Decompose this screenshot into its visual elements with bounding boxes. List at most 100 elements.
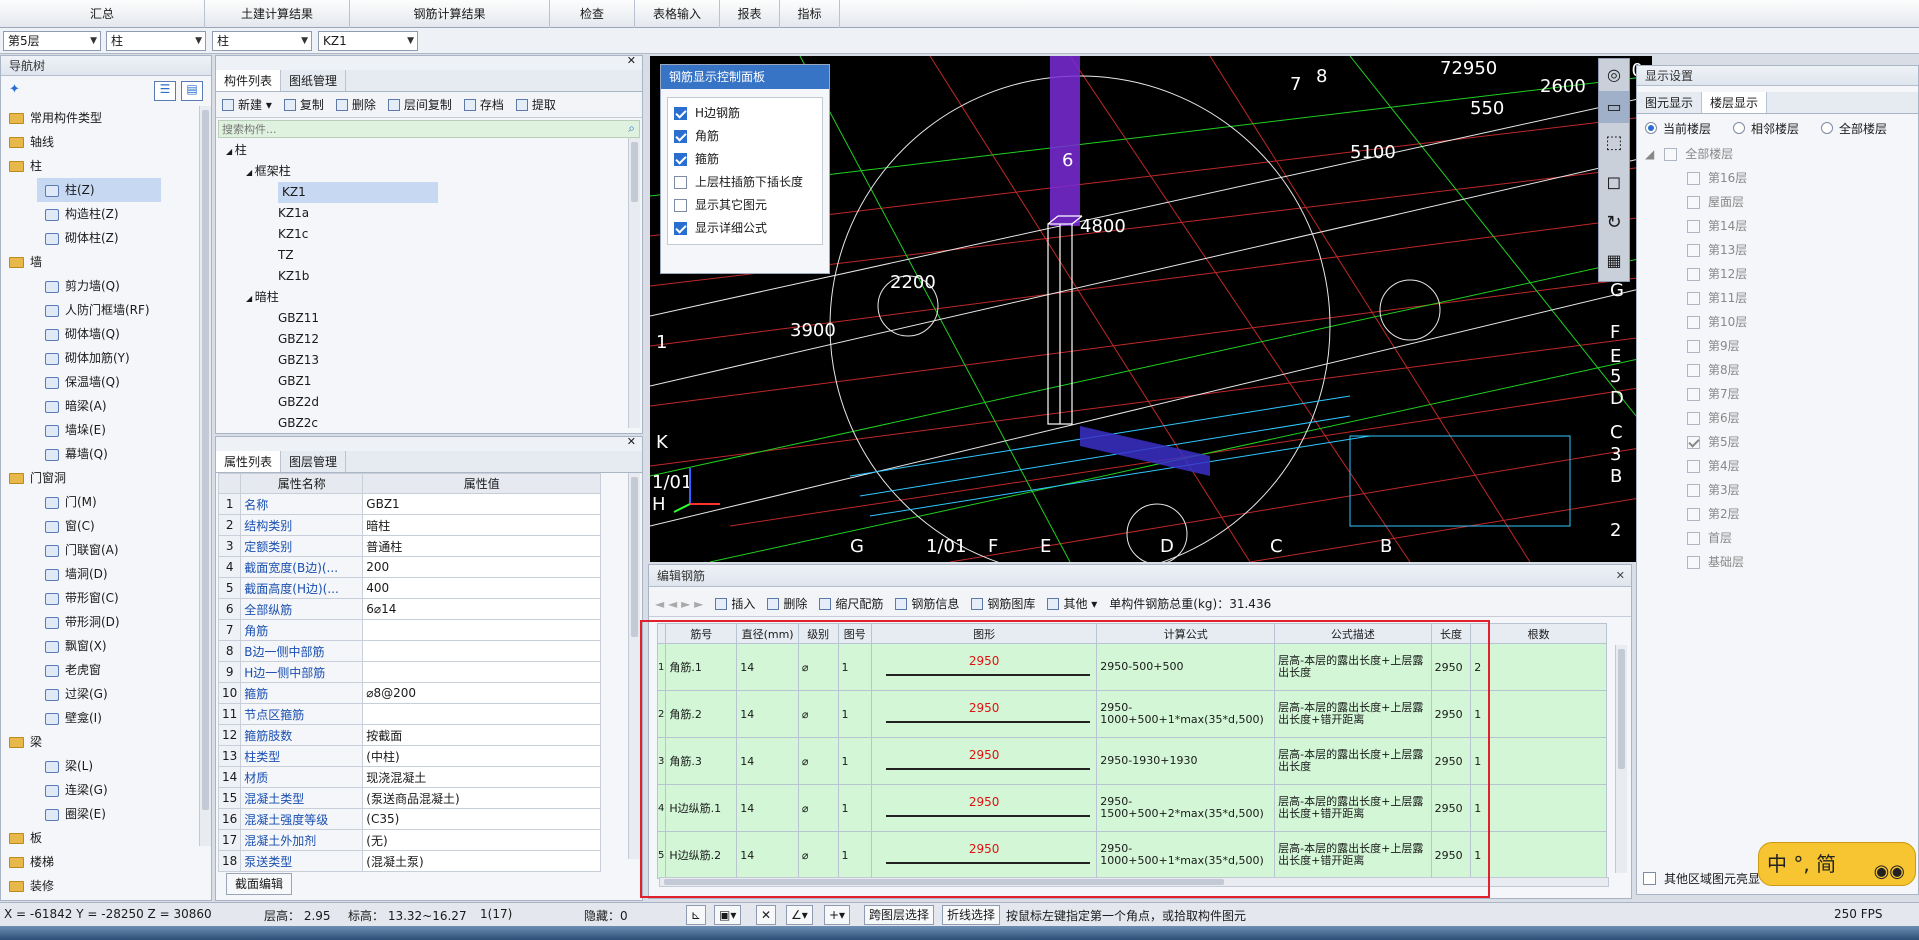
property-value[interactable]: GBZ1 (362, 493, 602, 515)
offset-icon[interactable]: +▾ (824, 905, 851, 925)
rotate-icon[interactable]: ↻ (1599, 203, 1629, 243)
component-tree-item[interactable]: ◢ 柱 (216, 140, 642, 161)
floor-item[interactable]: 第16层 (1637, 166, 1918, 190)
floor-checkbox[interactable] (1687, 339, 1700, 353)
rebar-figure[interactable]: 1 (837, 690, 872, 738)
rebar-diameter[interactable]: 14 (736, 690, 799, 738)
checkbox[interactable] (674, 107, 687, 120)
nav-item[interactable]: 带形洞(D) (1, 610, 211, 634)
nav-item[interactable]: 保温墙(Q) (1, 370, 211, 394)
rebar-index[interactable]: 3 (656, 737, 667, 785)
nav-item[interactable]: 砌体加筋(Y) (1, 346, 211, 370)
floor-item[interactable]: 第8层 (1637, 358, 1918, 382)
property-row[interactable]: 14 材质 现浇混凝土 (217, 766, 602, 788)
rebar-length[interactable]: 2950 (1430, 831, 1472, 879)
property-value[interactable]: 200 (362, 556, 602, 578)
rebar-length[interactable]: 2950 (1430, 643, 1472, 691)
property-value[interactable]: 6⌀14 (362, 598, 602, 620)
other-area-option[interactable]: 其他区域图元亮显 (1643, 870, 1760, 887)
orbit-icon[interactable]: ◎ (1599, 59, 1629, 91)
nav-item[interactable]: 梁 (1, 730, 211, 754)
floor-checkbox[interactable] (1687, 507, 1700, 521)
floor-item[interactable]: 第6层 (1637, 406, 1918, 430)
nav-item[interactable]: 幕墙(Q) (1, 442, 211, 466)
nav-item[interactable]: 飘窗(X) (1, 634, 211, 658)
component-tree-item[interactable]: GBZ12 (216, 329, 642, 350)
rebar-description[interactable]: 层高-本层的露出长度+上层露出长度 (1274, 643, 1432, 691)
checkbox[interactable] (674, 176, 687, 189)
rebar-shape[interactable]: 2950 (870, 737, 1098, 785)
rebar-name[interactable]: 角筋.1 (665, 643, 738, 691)
rebar-formula[interactable]: 2950-1000+500+1*max(35*d,500) (1096, 831, 1276, 879)
checkbox[interactable] (674, 199, 687, 212)
rebar-figure[interactable]: 1 (837, 643, 872, 691)
floor-radio[interactable]: 相邻楼层 (1733, 120, 1799, 137)
floor-checkbox[interactable] (1687, 171, 1700, 185)
property-value[interactable]: 普通柱 (362, 535, 602, 557)
nav-item[interactable]: 剪力墙(Q) (1, 274, 211, 298)
floor-item[interactable]: 第10层 (1637, 310, 1918, 334)
nav-scrollbar-thumb[interactable] (202, 110, 209, 810)
property-value[interactable]: (中柱) (362, 745, 602, 767)
rebar-count[interactable]: 1 (1470, 737, 1607, 785)
property-value[interactable] (362, 703, 602, 725)
rebar-index[interactable]: 5 (656, 831, 667, 879)
floor-root-checkbox[interactable] (1664, 147, 1678, 161)
rebar-diameter[interactable]: 14 (736, 643, 799, 691)
rebar-figure[interactable]: 1 (837, 784, 872, 832)
floor-checkbox[interactable] (1687, 363, 1700, 377)
insert-button[interactable]: 插入 (715, 595, 755, 612)
component-tree-item[interactable]: GBZ13 (216, 350, 642, 371)
rebar-library-button[interactable]: 钢筋图库 (971, 595, 1035, 612)
rebar-description[interactable]: 层高-本层的露出长度+上层露出长度+错开距离 (1274, 784, 1432, 832)
element-select[interactable]: KZ1 ▼ (318, 31, 418, 51)
component-tree-item[interactable]: TZ (216, 245, 642, 266)
rebar-description[interactable]: 层高-本层的露出长度+上层露出长度+错开距离 (1274, 831, 1432, 879)
nav-item[interactable]: 柱(Z) (37, 178, 161, 202)
nav-item[interactable]: 过梁(G) (1, 682, 211, 706)
property-value[interactable]: (无) (362, 829, 602, 851)
nav-item[interactable]: 板 (1, 826, 211, 850)
nav-item[interactable]: 连梁(G) (1, 778, 211, 802)
floor-copy-button[interactable]: 层间复制 (387, 96, 452, 113)
rebar-row[interactable]: 1 角筋.1 14 ⌀ 1 2950 2950-500+500 层高-本层的露出长度+上层露出… (656, 643, 1607, 691)
rebar-index[interactable]: 4 (656, 784, 667, 832)
nav-item[interactable]: 梁(L) (1, 754, 211, 778)
ime-widget[interactable]: 中 °, 简 ◉◉ (1758, 842, 1916, 886)
tab-civil-results[interactable]: 土建计算结果 (205, 0, 350, 28)
rebar-row[interactable]: 3 角筋.3 14 ⌀ 1 2950 2950-1930+1930 层高-本层的露出长度+上层… (656, 737, 1607, 785)
type-select[interactable]: 柱 ▼ (212, 31, 312, 51)
delete-button[interactable]: 删除 (335, 96, 376, 113)
collapse-icon[interactable]: ◢ (1645, 142, 1654, 166)
rebar-shape[interactable]: 2950 (870, 643, 1098, 691)
floor-item[interactable]: 第9层 (1637, 334, 1918, 358)
archive-button[interactable]: 存档 (463, 96, 504, 113)
nav-item[interactable]: 轴线 (1, 130, 211, 154)
property-row[interactable]: 13 柱类型 (中柱) (217, 745, 602, 767)
nav-item[interactable]: 构造柱(Z) (1, 202, 211, 226)
component-tree-item[interactable]: KZ1b (216, 266, 642, 287)
property-row[interactable]: 4 截面宽度(B边)(... 200 (217, 556, 602, 578)
tab-check[interactable]: 检查 (550, 0, 635, 28)
floor-item[interactable]: 屋面层 (1637, 190, 1918, 214)
floor-checkbox[interactable] (1687, 555, 1700, 569)
floor-radio[interactable]: 全部楼层 (1821, 120, 1887, 137)
rebar-index[interactable]: 2 (656, 690, 667, 738)
angle-icon[interactable]: ∠▾ (786, 905, 813, 925)
property-row[interactable]: 8 B边一侧中部筋 (217, 640, 602, 662)
rebar-v-scrollbar-thumb[interactable] (1618, 649, 1625, 769)
rebar-length[interactable]: 2950 (1430, 690, 1472, 738)
nav-item[interactable]: 带形窗(C) (1, 586, 211, 610)
property-value[interactable]: (混凝土泵) (362, 850, 602, 872)
rebar-description[interactable]: 层高-本层的露出长度+上层露出长度+错开距离 (1274, 690, 1432, 738)
rebar-name[interactable]: 角筋.2 (665, 690, 738, 738)
checkbox[interactable] (674, 222, 687, 235)
rebar-count[interactable]: 1 (1470, 831, 1607, 879)
nav-item[interactable]: 墙垛(E) (1, 418, 211, 442)
properties-scrollbar[interactable] (628, 473, 640, 859)
new-button[interactable]: 新建 ▾ (222, 96, 272, 113)
component-tree-item[interactable]: KZ1 (216, 182, 642, 203)
floor-item[interactable]: 首层 (1637, 526, 1918, 550)
control-option[interactable]: 显示详细公式 (668, 217, 822, 240)
radio-button[interactable] (1645, 122, 1657, 134)
